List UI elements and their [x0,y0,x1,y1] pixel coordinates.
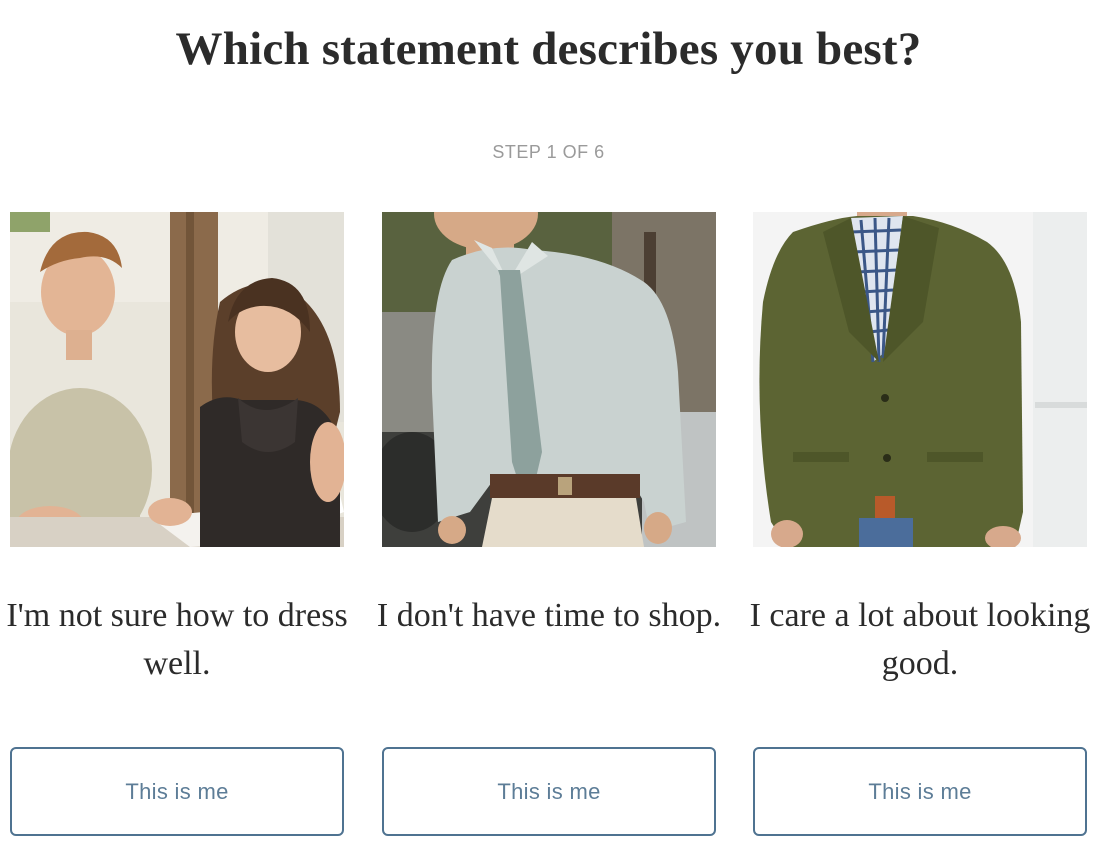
man-in-olive-blazer-photo[interactable] [753,212,1087,547]
statement-text: I care a lot about looking good. [749,597,1091,682]
man-in-shirt-and-tie-photo[interactable] [382,212,716,547]
page-title: Which statement describes you best? [175,23,922,75]
statement-text: I'm not sure how to dress well. [6,597,348,682]
couple-reviewing-papers-photo[interactable] [10,212,344,547]
statement-text: I don't have time to shop. [376,597,722,634]
option-card-3: I care a lot about looking good. This is… [750,212,1090,837]
option-card-2: I don't have time to shop. This is me [377,212,721,837]
this-is-me-button[interactable]: This is me [10,747,344,836]
step-indicator: STEP 1 OF 6 [492,142,605,162]
option-card-1: I'm not sure how to dress well. This is … [6,212,348,837]
this-is-me-button[interactable]: This is me [382,747,716,836]
this-is-me-button[interactable]: This is me [753,747,1087,836]
